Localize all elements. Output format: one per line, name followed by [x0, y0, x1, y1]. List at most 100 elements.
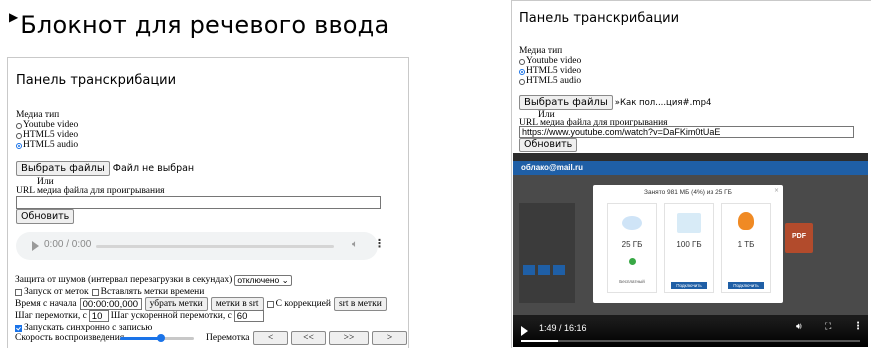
- refresh-button[interactable]: Обновить: [16, 209, 75, 224]
- embedded-sidebar: [519, 203, 575, 303]
- rewind-forward-button[interactable]: >: [372, 331, 407, 345]
- plan-connect-button[interactable]: Подключить: [728, 282, 764, 289]
- radio-youtube[interactable]: [16, 122, 22, 129]
- panel-title-right: Панель транскрибации: [519, 11, 680, 26]
- radio-label: Youtube video: [526, 56, 582, 67]
- media-type-label-right: Медиа тип: [519, 46, 563, 56]
- fast-rewind-input[interactable]: 60: [233, 310, 264, 322]
- radio-youtube-right[interactable]: [519, 58, 525, 65]
- choose-files-button[interactable]: Выбрать файлы: [16, 161, 110, 176]
- timestamps-start-label: Запуск от меток: [24, 287, 89, 297]
- plan-size: 25 ГБ: [621, 240, 643, 249]
- volume-icon[interactable]: 🔊︎: [796, 322, 802, 332]
- plan-card-100[interactable]: 100 ГБ Подключить: [664, 203, 714, 293]
- rewind-fast-back-button[interactable]: <<: [291, 331, 326, 345]
- video-time: 1:49 / 16:16: [539, 323, 587, 333]
- app-icon: [538, 265, 550, 275]
- close-icon[interactable]: ×: [774, 187, 779, 194]
- rewind-fast-forward-button[interactable]: >>: [329, 331, 369, 345]
- rewind-buttons: < << >> >: [253, 331, 407, 345]
- correction-checkbox[interactable]: [266, 300, 274, 308]
- remove-marks-button[interactable]: убрать метки: [144, 297, 208, 311]
- media-option-youtube[interactable]: Youtube video: [16, 120, 78, 131]
- collapse-triangle-icon[interactable]: ▶: [9, 10, 18, 24]
- embedded-browser-bar: [513, 153, 868, 161]
- plan-connect-button[interactable]: Подключить: [671, 282, 707, 289]
- time-from-start-label: Время с начала: [15, 298, 77, 309]
- speed-label: Скорость воспроизведения: [15, 333, 125, 343]
- rewind-back-button[interactable]: <: [253, 331, 288, 345]
- radio-html5-video[interactable]: [16, 132, 22, 139]
- fullscreen-icon[interactable]: ⛶: [825, 322, 831, 332]
- time-row: Время с начала 00:00:00,000 убрать метки…: [15, 297, 387, 311]
- marks-srt-button[interactable]: метки в srt: [210, 297, 264, 311]
- file-picker: Выбрать файлы Файл не выбран: [16, 161, 194, 176]
- rewind-step-label: Шаг перемотки, с: [15, 310, 87, 321]
- chevron-down-icon: ⌄: [281, 275, 289, 285]
- app-icon: [523, 265, 535, 275]
- plan-button-label: Подключить: [733, 283, 759, 288]
- more-options-icon[interactable]: ⋮: [374, 237, 385, 250]
- page-title: Блокнот для речевого ввода: [20, 11, 390, 39]
- video-controls: 1:49 / 16:16 🔊︎ ⛶ ⋮: [513, 319, 868, 347]
- dialog-title: Занято 981 МБ (4%) из 25 ГБ: [644, 189, 732, 196]
- file-picker-right: Выбрать файлы »Как пол....ция#.mp4: [519, 95, 711, 110]
- embedded-site-header: облако@mail.ru: [513, 161, 868, 175]
- plan-button-label: Подключить: [676, 283, 702, 288]
- app-icon: [553, 265, 565, 275]
- media-type-group-right: Медиа тип Youtube video HTML5 video HTML…: [519, 46, 581, 87]
- media-option-html5-video[interactable]: HTML5 video: [16, 130, 78, 141]
- radio-html5-audio-right[interactable]: [519, 78, 525, 85]
- audio-time: 0:00 / 0:00: [44, 239, 92, 250]
- time-input[interactable]: 00:00:00,000: [79, 298, 142, 310]
- media-option-html5-audio[interactable]: HTML5 audio: [16, 140, 78, 151]
- panel-title: Панель транскрибации: [16, 73, 177, 88]
- pdf-badge-text: PDF: [792, 233, 806, 240]
- sync-record-checkbox[interactable]: [15, 324, 22, 332]
- no-file-text: Файл не выбран: [112, 163, 195, 174]
- left-notebook: ▶ Блокнот для речевого ввода Панель тран…: [0, 0, 410, 348]
- noise-select[interactable]: отключено ⌄: [234, 275, 293, 286]
- radio-html5-audio[interactable]: [16, 142, 22, 149]
- radio-html5-video-right[interactable]: [519, 68, 525, 75]
- url-input[interactable]: [16, 196, 381, 209]
- insert-timestamps-label: Вставлять метки времени: [100, 287, 205, 297]
- mascot-icon: [738, 212, 754, 230]
- volume-icon[interactable]: 🔈︎: [352, 239, 358, 250]
- speed-slider[interactable]: [120, 334, 194, 342]
- cloud-icon: [622, 216, 642, 230]
- url-input-right[interactable]: https://www.youtube.com/watch?v=DaFKim0t…: [519, 126, 854, 138]
- sync-row: Запускать синхронно с записью: [15, 323, 152, 334]
- page-title-row: ▶ Блокнот для речевого ввода: [9, 10, 389, 40]
- sync-record-label: Запускать синхронно с записью: [24, 323, 153, 333]
- srt-to-marks-button[interactable]: srt в метки: [333, 297, 387, 311]
- media-option-html5-video-right[interactable]: HTML5 video: [519, 66, 582, 77]
- video-progress-fill: [521, 340, 559, 342]
- noise-row: Защита от шумов (интервал перезагрузки в…: [15, 275, 293, 286]
- media-option-youtube-right[interactable]: Youtube video: [519, 56, 582, 67]
- insert-timestamps-checkbox[interactable]: [91, 288, 99, 296]
- timestamps-start-checkbox[interactable]: [15, 288, 22, 296]
- file-name: »Как пол....ция#.mp4: [614, 97, 712, 108]
- more-options-icon[interactable]: ⋮: [853, 321, 863, 332]
- speed-slider-thumb[interactable]: [156, 334, 165, 342]
- radio-label: HTML5 video: [526, 66, 582, 77]
- media-option-html5-audio-right[interactable]: HTML5 audio: [519, 76, 582, 87]
- video-player[interactable]: облако@mail.ru PDF Занято 981 МБ (4%) из…: [513, 153, 868, 347]
- audio-player: 0:00 / 0:00 🔈︎ ⋮: [16, 232, 385, 260]
- play-icon[interactable]: [521, 326, 528, 336]
- choose-files-button-right[interactable]: Выбрать файлы: [519, 95, 613, 110]
- rewind-label: Перемотка: [206, 333, 250, 343]
- play-icon[interactable]: [32, 241, 39, 251]
- plan-card-1tb[interactable]: 1 ТБ Подключить: [721, 203, 771, 293]
- timestamps-row: Запуск от меток Вставлять метки времени: [15, 287, 204, 298]
- plan-card-free[interactable]: 25 ГБ Бесплатный: [607, 203, 657, 293]
- video-seek-bar[interactable]: [521, 340, 860, 342]
- audio-seek-bar[interactable]: [96, 245, 334, 248]
- rewind-step-input[interactable]: 10: [88, 310, 109, 322]
- radio-label: HTML5 audio: [526, 76, 582, 87]
- plan-size: 1 ТБ: [737, 240, 755, 249]
- speed-slider-fill: [120, 337, 161, 340]
- refresh-button-right[interactable]: Обновить: [519, 138, 578, 152]
- pdf-file-icon: PDF: [785, 223, 813, 253]
